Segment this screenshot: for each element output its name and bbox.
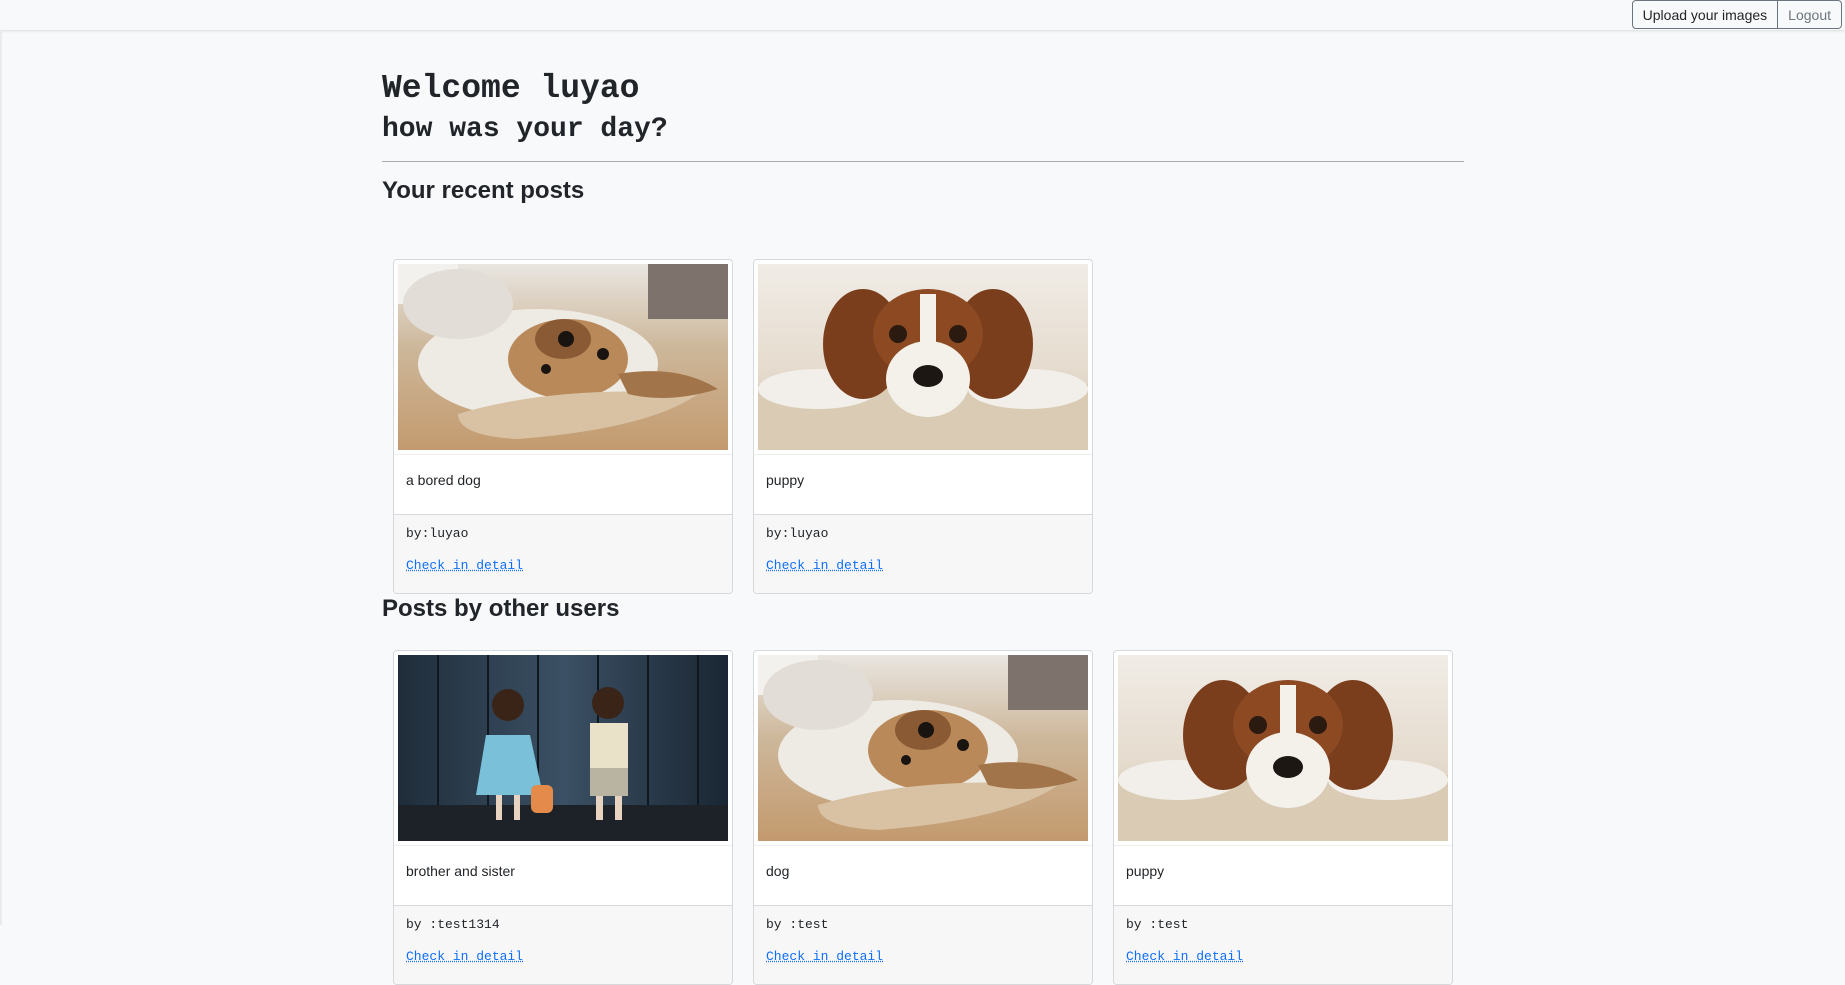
post-card: a bored dog by:luyao Check in detail bbox=[393, 259, 733, 594]
logout-button[interactable]: Logout bbox=[1778, 0, 1842, 29]
post-body: brother and sister bbox=[394, 845, 732, 906]
post-title: puppy bbox=[1126, 863, 1164, 879]
check-in-detail-link[interactable]: Check in detail bbox=[766, 949, 883, 964]
post-footer: by:luyao Check in detail bbox=[754, 514, 1092, 594]
post-card: puppy by:luyao Check in detail bbox=[753, 259, 1093, 594]
header-divider bbox=[382, 161, 1464, 162]
post-body: dog bbox=[754, 845, 1092, 906]
upload-images-button[interactable]: Upload your images bbox=[1632, 0, 1779, 29]
other-users-posts-heading: Posts by other users bbox=[382, 595, 619, 623]
post-body: puppy bbox=[1114, 845, 1452, 906]
post-card: puppy by :test Check in detail bbox=[1113, 650, 1453, 985]
post-author: by:luyao bbox=[766, 526, 828, 541]
post-footer: by :test1314 Check in detail bbox=[394, 905, 732, 985]
post-title: brother and sister bbox=[406, 863, 515, 879]
check-in-detail-link[interactable]: Check in detail bbox=[1126, 949, 1243, 964]
post-image-dog[interactable] bbox=[758, 655, 1088, 841]
post-card: dog by :test Check in detail bbox=[753, 650, 1093, 985]
post-body: puppy bbox=[754, 454, 1092, 515]
post-title: puppy bbox=[766, 472, 804, 488]
post-footer: by:luyao Check in detail bbox=[394, 514, 732, 594]
check-in-detail-link[interactable]: Check in detail bbox=[766, 558, 883, 573]
welcome-heading: Welcome luyao bbox=[382, 70, 639, 107]
top-navbar: Upload your images Logout bbox=[0, 0, 1845, 31]
post-title: dog bbox=[766, 863, 789, 879]
left-edge bbox=[0, 30, 2, 925]
post-image-puppy[interactable] bbox=[758, 264, 1088, 450]
post-footer: by :test Check in detail bbox=[754, 905, 1092, 985]
recent-posts-heading: Your recent posts bbox=[382, 177, 584, 205]
check-in-detail-link[interactable]: Check in detail bbox=[406, 558, 523, 573]
post-author: by:luyao bbox=[406, 526, 468, 541]
post-image-bored-dog[interactable] bbox=[398, 264, 728, 450]
subtitle-heading: how was your day? bbox=[382, 114, 668, 145]
nav-button-group: Upload your images Logout bbox=[1632, 0, 1842, 29]
post-card: brother and sister by :test1314 Check in… bbox=[393, 650, 733, 985]
check-in-detail-link[interactable]: Check in detail bbox=[406, 949, 523, 964]
post-image-puppy[interactable] bbox=[1118, 655, 1448, 841]
post-body: a bored dog bbox=[394, 454, 732, 515]
post-footer: by :test Check in detail bbox=[1114, 905, 1452, 985]
post-image-brother-and-sister[interactable] bbox=[398, 655, 728, 841]
post-title: a bored dog bbox=[406, 472, 481, 488]
